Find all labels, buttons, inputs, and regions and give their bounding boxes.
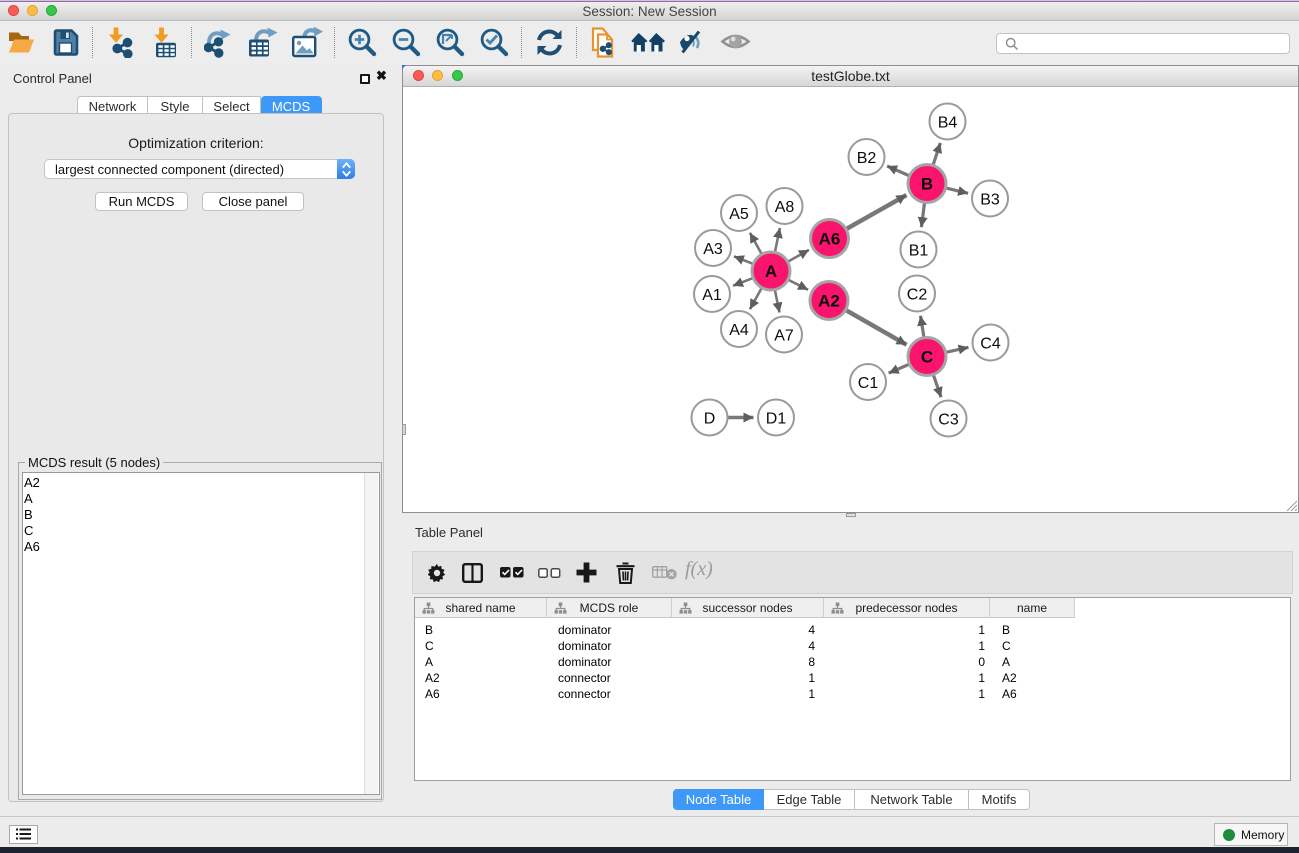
svg-text:A4: A4 [729, 322, 749, 339]
svg-text:A7: A7 [774, 328, 794, 345]
svg-text:A2: A2 [818, 292, 840, 311]
svg-text:A1: A1 [702, 287, 722, 304]
svg-text:C: C [921, 348, 933, 367]
svg-text:B4: B4 [938, 115, 958, 132]
svg-text:C3: C3 [938, 412, 959, 429]
svg-text:A3: A3 [703, 241, 723, 258]
svg-text:C1: C1 [858, 375, 879, 392]
svg-text:A5: A5 [729, 206, 749, 223]
svg-text:A: A [765, 262, 777, 281]
svg-text:B1: B1 [909, 243, 929, 260]
svg-text:D1: D1 [766, 411, 787, 428]
svg-text:C4: C4 [980, 336, 1001, 353]
svg-text:A6: A6 [819, 230, 841, 249]
svg-text:B: B [921, 175, 933, 194]
svg-text:B3: B3 [980, 192, 1000, 209]
svg-text:B2: B2 [857, 150, 877, 167]
svg-text:C2: C2 [907, 287, 928, 304]
svg-text:A8: A8 [775, 199, 795, 216]
svg-text:D: D [704, 411, 716, 428]
